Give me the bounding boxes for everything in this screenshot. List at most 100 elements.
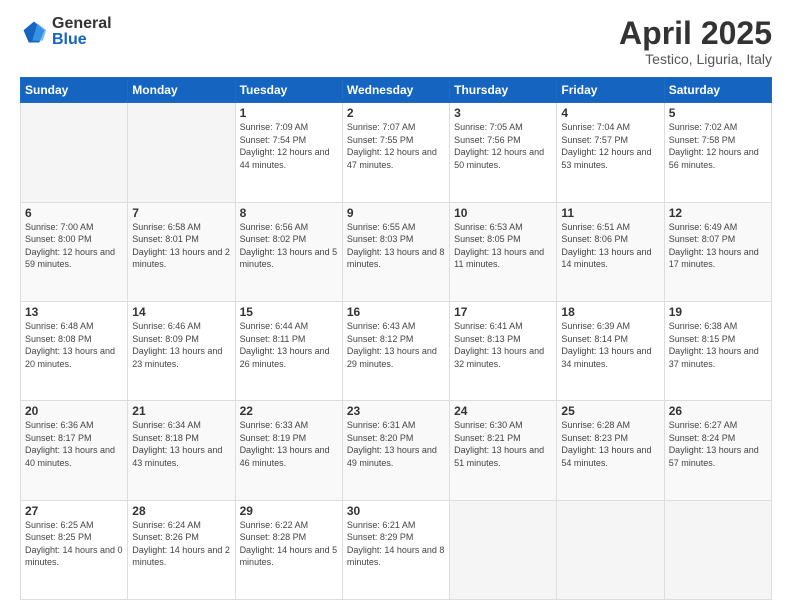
day-number: 27	[25, 504, 123, 518]
day-number: 19	[669, 305, 767, 319]
day-number: 26	[669, 404, 767, 418]
table-row: 17Sunrise: 6:41 AM Sunset: 8:13 PM Dayli…	[450, 301, 557, 400]
table-row: 4Sunrise: 7:04 AM Sunset: 7:57 PM Daylig…	[557, 103, 664, 202]
day-number: 8	[240, 206, 338, 220]
table-row: 1Sunrise: 7:09 AM Sunset: 7:54 PM Daylig…	[235, 103, 342, 202]
table-row: 18Sunrise: 6:39 AM Sunset: 8:14 PM Dayli…	[557, 301, 664, 400]
day-info: Sunrise: 6:24 AM Sunset: 8:26 PM Dayligh…	[132, 519, 230, 569]
day-number: 16	[347, 305, 445, 319]
day-number: 2	[347, 106, 445, 120]
table-row: 9Sunrise: 6:55 AM Sunset: 8:03 PM Daylig…	[342, 202, 449, 301]
day-info: Sunrise: 6:36 AM Sunset: 8:17 PM Dayligh…	[25, 419, 123, 469]
header: General Blue April 2025 Testico, Liguria…	[20, 16, 772, 67]
day-number: 20	[25, 404, 123, 418]
table-row: 2Sunrise: 7:07 AM Sunset: 7:55 PM Daylig…	[342, 103, 449, 202]
calendar-week-1: 1Sunrise: 7:09 AM Sunset: 7:54 PM Daylig…	[21, 103, 772, 202]
table-row: 13Sunrise: 6:48 AM Sunset: 8:08 PM Dayli…	[21, 301, 128, 400]
day-info: Sunrise: 7:09 AM Sunset: 7:54 PM Dayligh…	[240, 121, 338, 171]
location-title: Testico, Liguria, Italy	[619, 51, 772, 67]
logo-general-text: General	[52, 16, 112, 32]
logo-text: General Blue	[52, 16, 112, 48]
col-monday: Monday	[128, 78, 235, 103]
day-info: Sunrise: 7:05 AM Sunset: 7:56 PM Dayligh…	[454, 121, 552, 171]
table-row: 20Sunrise: 6:36 AM Sunset: 8:17 PM Dayli…	[21, 401, 128, 500]
table-row	[450, 500, 557, 599]
table-row: 6Sunrise: 7:00 AM Sunset: 8:00 PM Daylig…	[21, 202, 128, 301]
calendar-week-2: 6Sunrise: 7:00 AM Sunset: 8:00 PM Daylig…	[21, 202, 772, 301]
day-number: 4	[561, 106, 659, 120]
day-info: Sunrise: 6:43 AM Sunset: 8:12 PM Dayligh…	[347, 320, 445, 370]
day-info: Sunrise: 6:53 AM Sunset: 8:05 PM Dayligh…	[454, 221, 552, 271]
table-row: 27Sunrise: 6:25 AM Sunset: 8:25 PM Dayli…	[21, 500, 128, 599]
day-number: 18	[561, 305, 659, 319]
day-number: 30	[347, 504, 445, 518]
table-row: 29Sunrise: 6:22 AM Sunset: 8:28 PM Dayli…	[235, 500, 342, 599]
logo: General Blue	[20, 16, 112, 48]
page: General Blue April 2025 Testico, Liguria…	[0, 0, 792, 612]
col-friday: Friday	[557, 78, 664, 103]
title-block: April 2025 Testico, Liguria, Italy	[619, 16, 772, 67]
day-number: 29	[240, 504, 338, 518]
col-sunday: Sunday	[21, 78, 128, 103]
day-info: Sunrise: 6:27 AM Sunset: 8:24 PM Dayligh…	[669, 419, 767, 469]
logo-blue-text: Blue	[52, 32, 112, 48]
table-row: 12Sunrise: 6:49 AM Sunset: 8:07 PM Dayli…	[664, 202, 771, 301]
col-tuesday: Tuesday	[235, 78, 342, 103]
day-info: Sunrise: 6:31 AM Sunset: 8:20 PM Dayligh…	[347, 419, 445, 469]
day-info: Sunrise: 6:55 AM Sunset: 8:03 PM Dayligh…	[347, 221, 445, 271]
day-info: Sunrise: 6:41 AM Sunset: 8:13 PM Dayligh…	[454, 320, 552, 370]
table-row: 3Sunrise: 7:05 AM Sunset: 7:56 PM Daylig…	[450, 103, 557, 202]
table-row: 22Sunrise: 6:33 AM Sunset: 8:19 PM Dayli…	[235, 401, 342, 500]
day-number: 5	[669, 106, 767, 120]
day-number: 24	[454, 404, 552, 418]
table-row: 23Sunrise: 6:31 AM Sunset: 8:20 PM Dayli…	[342, 401, 449, 500]
day-number: 17	[454, 305, 552, 319]
day-info: Sunrise: 6:30 AM Sunset: 8:21 PM Dayligh…	[454, 419, 552, 469]
day-number: 7	[132, 206, 230, 220]
table-row	[21, 103, 128, 202]
table-row: 30Sunrise: 6:21 AM Sunset: 8:29 PM Dayli…	[342, 500, 449, 599]
calendar-week-5: 27Sunrise: 6:25 AM Sunset: 8:25 PM Dayli…	[21, 500, 772, 599]
day-info: Sunrise: 6:39 AM Sunset: 8:14 PM Dayligh…	[561, 320, 659, 370]
day-info: Sunrise: 6:56 AM Sunset: 8:02 PM Dayligh…	[240, 221, 338, 271]
day-info: Sunrise: 6:22 AM Sunset: 8:28 PM Dayligh…	[240, 519, 338, 569]
day-number: 23	[347, 404, 445, 418]
day-info: Sunrise: 7:00 AM Sunset: 8:00 PM Dayligh…	[25, 221, 123, 271]
day-number: 21	[132, 404, 230, 418]
day-info: Sunrise: 6:38 AM Sunset: 8:15 PM Dayligh…	[669, 320, 767, 370]
table-row: 16Sunrise: 6:43 AM Sunset: 8:12 PM Dayli…	[342, 301, 449, 400]
day-info: Sunrise: 6:34 AM Sunset: 8:18 PM Dayligh…	[132, 419, 230, 469]
day-number: 6	[25, 206, 123, 220]
table-row: 8Sunrise: 6:56 AM Sunset: 8:02 PM Daylig…	[235, 202, 342, 301]
day-info: Sunrise: 6:46 AM Sunset: 8:09 PM Dayligh…	[132, 320, 230, 370]
table-row	[664, 500, 771, 599]
table-row: 21Sunrise: 6:34 AM Sunset: 8:18 PM Dayli…	[128, 401, 235, 500]
table-row: 26Sunrise: 6:27 AM Sunset: 8:24 PM Dayli…	[664, 401, 771, 500]
col-saturday: Saturday	[664, 78, 771, 103]
day-number: 22	[240, 404, 338, 418]
table-row: 14Sunrise: 6:46 AM Sunset: 8:09 PM Dayli…	[128, 301, 235, 400]
col-thursday: Thursday	[450, 78, 557, 103]
day-info: Sunrise: 6:49 AM Sunset: 8:07 PM Dayligh…	[669, 221, 767, 271]
day-info: Sunrise: 6:33 AM Sunset: 8:19 PM Dayligh…	[240, 419, 338, 469]
calendar-week-4: 20Sunrise: 6:36 AM Sunset: 8:17 PM Dayli…	[21, 401, 772, 500]
day-number: 12	[669, 206, 767, 220]
day-number: 28	[132, 504, 230, 518]
day-info: Sunrise: 6:48 AM Sunset: 8:08 PM Dayligh…	[25, 320, 123, 370]
month-title: April 2025	[619, 16, 772, 51]
table-row	[128, 103, 235, 202]
table-row: 25Sunrise: 6:28 AM Sunset: 8:23 PM Dayli…	[557, 401, 664, 500]
day-info: Sunrise: 6:51 AM Sunset: 8:06 PM Dayligh…	[561, 221, 659, 271]
day-number: 11	[561, 206, 659, 220]
day-info: Sunrise: 7:07 AM Sunset: 7:55 PM Dayligh…	[347, 121, 445, 171]
day-info: Sunrise: 6:44 AM Sunset: 8:11 PM Dayligh…	[240, 320, 338, 370]
day-info: Sunrise: 6:21 AM Sunset: 8:29 PM Dayligh…	[347, 519, 445, 569]
logo-icon	[20, 18, 48, 46]
table-row: 24Sunrise: 6:30 AM Sunset: 8:21 PM Dayli…	[450, 401, 557, 500]
day-info: Sunrise: 7:02 AM Sunset: 7:58 PM Dayligh…	[669, 121, 767, 171]
day-number: 1	[240, 106, 338, 120]
table-row: 19Sunrise: 6:38 AM Sunset: 8:15 PM Dayli…	[664, 301, 771, 400]
table-row: 7Sunrise: 6:58 AM Sunset: 8:01 PM Daylig…	[128, 202, 235, 301]
day-number: 10	[454, 206, 552, 220]
calendar-table: Sunday Monday Tuesday Wednesday Thursday…	[20, 77, 772, 600]
